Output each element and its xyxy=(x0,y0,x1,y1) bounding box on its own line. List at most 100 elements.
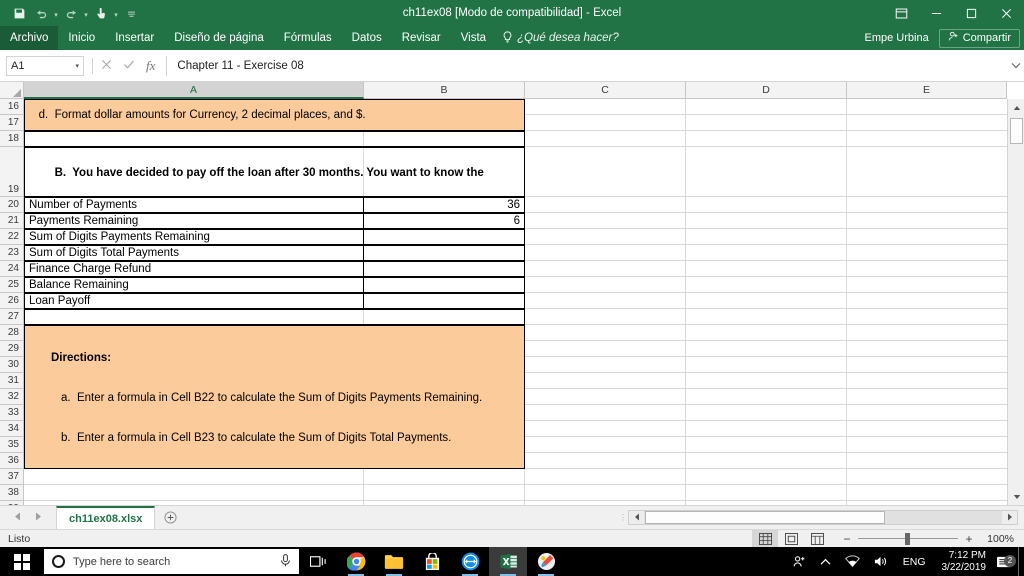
expand-formula-bar-icon[interactable] xyxy=(1008,62,1024,69)
cell-a26[interactable]: Loan Payoff xyxy=(24,293,364,309)
cell-a22[interactable]: Sum of Digits Payments Remaining xyxy=(24,229,364,245)
sheet-tab-ch11ex08[interactable]: ch11ex08.xlsx xyxy=(56,506,156,529)
row-header-34[interactable]: 34 xyxy=(0,421,24,437)
zoom-slider-thumb[interactable] xyxy=(905,532,910,545)
row-header-17[interactable]: 17 xyxy=(0,115,24,131)
notifications-icon[interactable]: 2 xyxy=(994,554,1018,569)
scroll-down-icon[interactable] xyxy=(1008,488,1024,505)
directions-block[interactable]: Directions: a. Enter a formula in Cell B… xyxy=(24,325,525,469)
tab-vista[interactable]: Vista xyxy=(451,26,496,50)
cell-a24[interactable]: Finance Charge Refund xyxy=(24,261,364,277)
name-box[interactable]: A1 ▾ xyxy=(6,55,84,76)
column-header-a[interactable]: A xyxy=(24,82,364,99)
tab-diseno-de-pagina[interactable]: Diseño de página xyxy=(164,26,274,50)
chevron-down-icon[interactable]: ▾ xyxy=(75,62,79,70)
cell-b22[interactable] xyxy=(363,229,525,245)
formula-input[interactable]: Chapter 11 - Exercise 08 xyxy=(167,56,1008,76)
ribbon-display-options-icon[interactable] xyxy=(884,0,919,26)
touch-mouse-mode-icon[interactable] xyxy=(90,2,112,24)
row-header-20[interactable]: 20 xyxy=(0,197,24,213)
microphone-icon[interactable] xyxy=(280,553,291,570)
people-icon[interactable] xyxy=(786,555,813,568)
teamviewer-icon[interactable] xyxy=(451,547,489,576)
cell-a19[interactable]: B. You have decided to pay off the loan … xyxy=(24,147,525,197)
cell-b24[interactable] xyxy=(363,261,525,277)
customize-quick-access-toolbar-icon[interactable] xyxy=(120,2,142,24)
touch-mode-dropdown-icon[interactable]: ▾ xyxy=(112,2,120,24)
row-header-38[interactable]: 38 xyxy=(0,485,24,501)
task-view-icon[interactable] xyxy=(299,547,337,576)
show-hidden-icons-chevron-icon[interactable] xyxy=(813,558,838,566)
zoom-slider[interactable] xyxy=(858,532,958,546)
redo-dropdown-icon[interactable]: ▾ xyxy=(82,2,90,24)
save-icon[interactable] xyxy=(8,2,30,24)
add-sheet-icon[interactable] xyxy=(155,511,185,524)
column-header-e[interactable]: E xyxy=(847,82,1007,99)
cancel-icon[interactable] xyxy=(101,58,112,73)
row-header-27[interactable]: 27 xyxy=(0,309,24,325)
column-header-b[interactable]: B xyxy=(364,82,525,99)
row-header-18[interactable]: 18 xyxy=(0,131,24,147)
tab-insertar[interactable]: Insertar xyxy=(105,26,164,50)
tab-revisar[interactable]: Revisar xyxy=(392,26,451,50)
scroll-right-icon[interactable] xyxy=(1002,510,1017,524)
row-header-32[interactable]: 32 xyxy=(0,389,24,405)
vertical-scroll-thumb[interactable] xyxy=(1010,118,1023,144)
language-indicator[interactable]: ENG xyxy=(895,556,934,568)
microsoft-store-icon[interactable] xyxy=(413,547,451,576)
cell-a20[interactable]: Number of Payments xyxy=(24,197,364,213)
volume-icon[interactable] xyxy=(867,555,895,568)
undo-dropdown-icon[interactable]: ▾ xyxy=(52,2,60,24)
close-button[interactable] xyxy=(989,0,1024,26)
cell-a27[interactable] xyxy=(24,309,525,325)
row-header-21[interactable]: 21 xyxy=(0,213,24,229)
cell-b26[interactable] xyxy=(363,293,525,309)
row-header-30[interactable]: 30 xyxy=(0,357,24,373)
cell-b23[interactable] xyxy=(363,245,525,261)
zoom-out-button[interactable]: − xyxy=(842,532,852,546)
zoom-level-label[interactable]: 100% xyxy=(980,533,1018,545)
cell-b21[interactable]: 6 xyxy=(363,213,525,229)
cell-a18[interactable] xyxy=(24,131,525,147)
cell-a21[interactable]: Payments Remaining xyxy=(24,213,364,229)
row-header-24[interactable]: 24 xyxy=(0,261,24,277)
next-sheet-icon[interactable] xyxy=(35,512,42,523)
row-header-29[interactable]: 29 xyxy=(0,341,24,357)
tab-datos[interactable]: Datos xyxy=(342,26,392,50)
horizontal-scroll-thumb[interactable] xyxy=(645,510,885,524)
paint-icon[interactable] xyxy=(527,547,565,576)
page-break-preview-icon[interactable] xyxy=(804,530,830,548)
cell-b20[interactable]: 36 xyxy=(363,197,525,213)
tab-archivo[interactable]: Archivo xyxy=(0,26,59,50)
row-header-35[interactable]: 35 xyxy=(0,437,24,453)
row-header-26[interactable]: 26 xyxy=(0,293,24,309)
clock[interactable]: 7:12 PM 3/22/2019 xyxy=(934,550,995,574)
row-header-22[interactable]: 22 xyxy=(0,229,24,245)
row-header-16[interactable]: 16 xyxy=(0,99,24,115)
row-header-19[interactable]: 19 xyxy=(0,147,24,197)
share-button[interactable]: Compartir xyxy=(938,28,1020,48)
scroll-resize-grip[interactable]: ⋮ xyxy=(618,513,628,522)
undo-icon[interactable] xyxy=(30,2,52,24)
cell-b25[interactable] xyxy=(363,277,525,293)
chrome-icon[interactable] xyxy=(337,547,375,576)
minimize-button[interactable] xyxy=(919,0,954,26)
row-header-25[interactable]: 25 xyxy=(0,277,24,293)
row-header-36[interactable]: 36 xyxy=(0,453,24,469)
vertical-scrollbar[interactable] xyxy=(1007,99,1024,505)
user-account-name[interactable]: Empe Urbina xyxy=(855,32,939,44)
scroll-up-icon[interactable] xyxy=(1008,99,1024,116)
page-layout-view-icon[interactable] xyxy=(778,530,804,548)
restore-button[interactable] xyxy=(954,0,989,26)
select-all-corner[interactable] xyxy=(0,82,24,99)
tab-inicio[interactable]: Inicio xyxy=(58,26,105,50)
zoom-in-button[interactable]: + xyxy=(964,532,974,546)
start-button-icon[interactable] xyxy=(0,547,44,576)
tell-me-search[interactable]: ¿Qué desea hacer? xyxy=(496,30,619,46)
row-header-28[interactable]: 28 xyxy=(0,325,24,341)
tab-formulas[interactable]: Fórmulas xyxy=(274,26,342,50)
cell-a23[interactable]: Sum of Digits Total Payments xyxy=(24,245,364,261)
cell-a16[interactable]: d. Format dollar amounts for Currency, 2… xyxy=(24,99,525,131)
row-header-37[interactable]: 37 xyxy=(0,469,24,485)
cell-a25[interactable]: Balance Remaining xyxy=(24,277,364,293)
